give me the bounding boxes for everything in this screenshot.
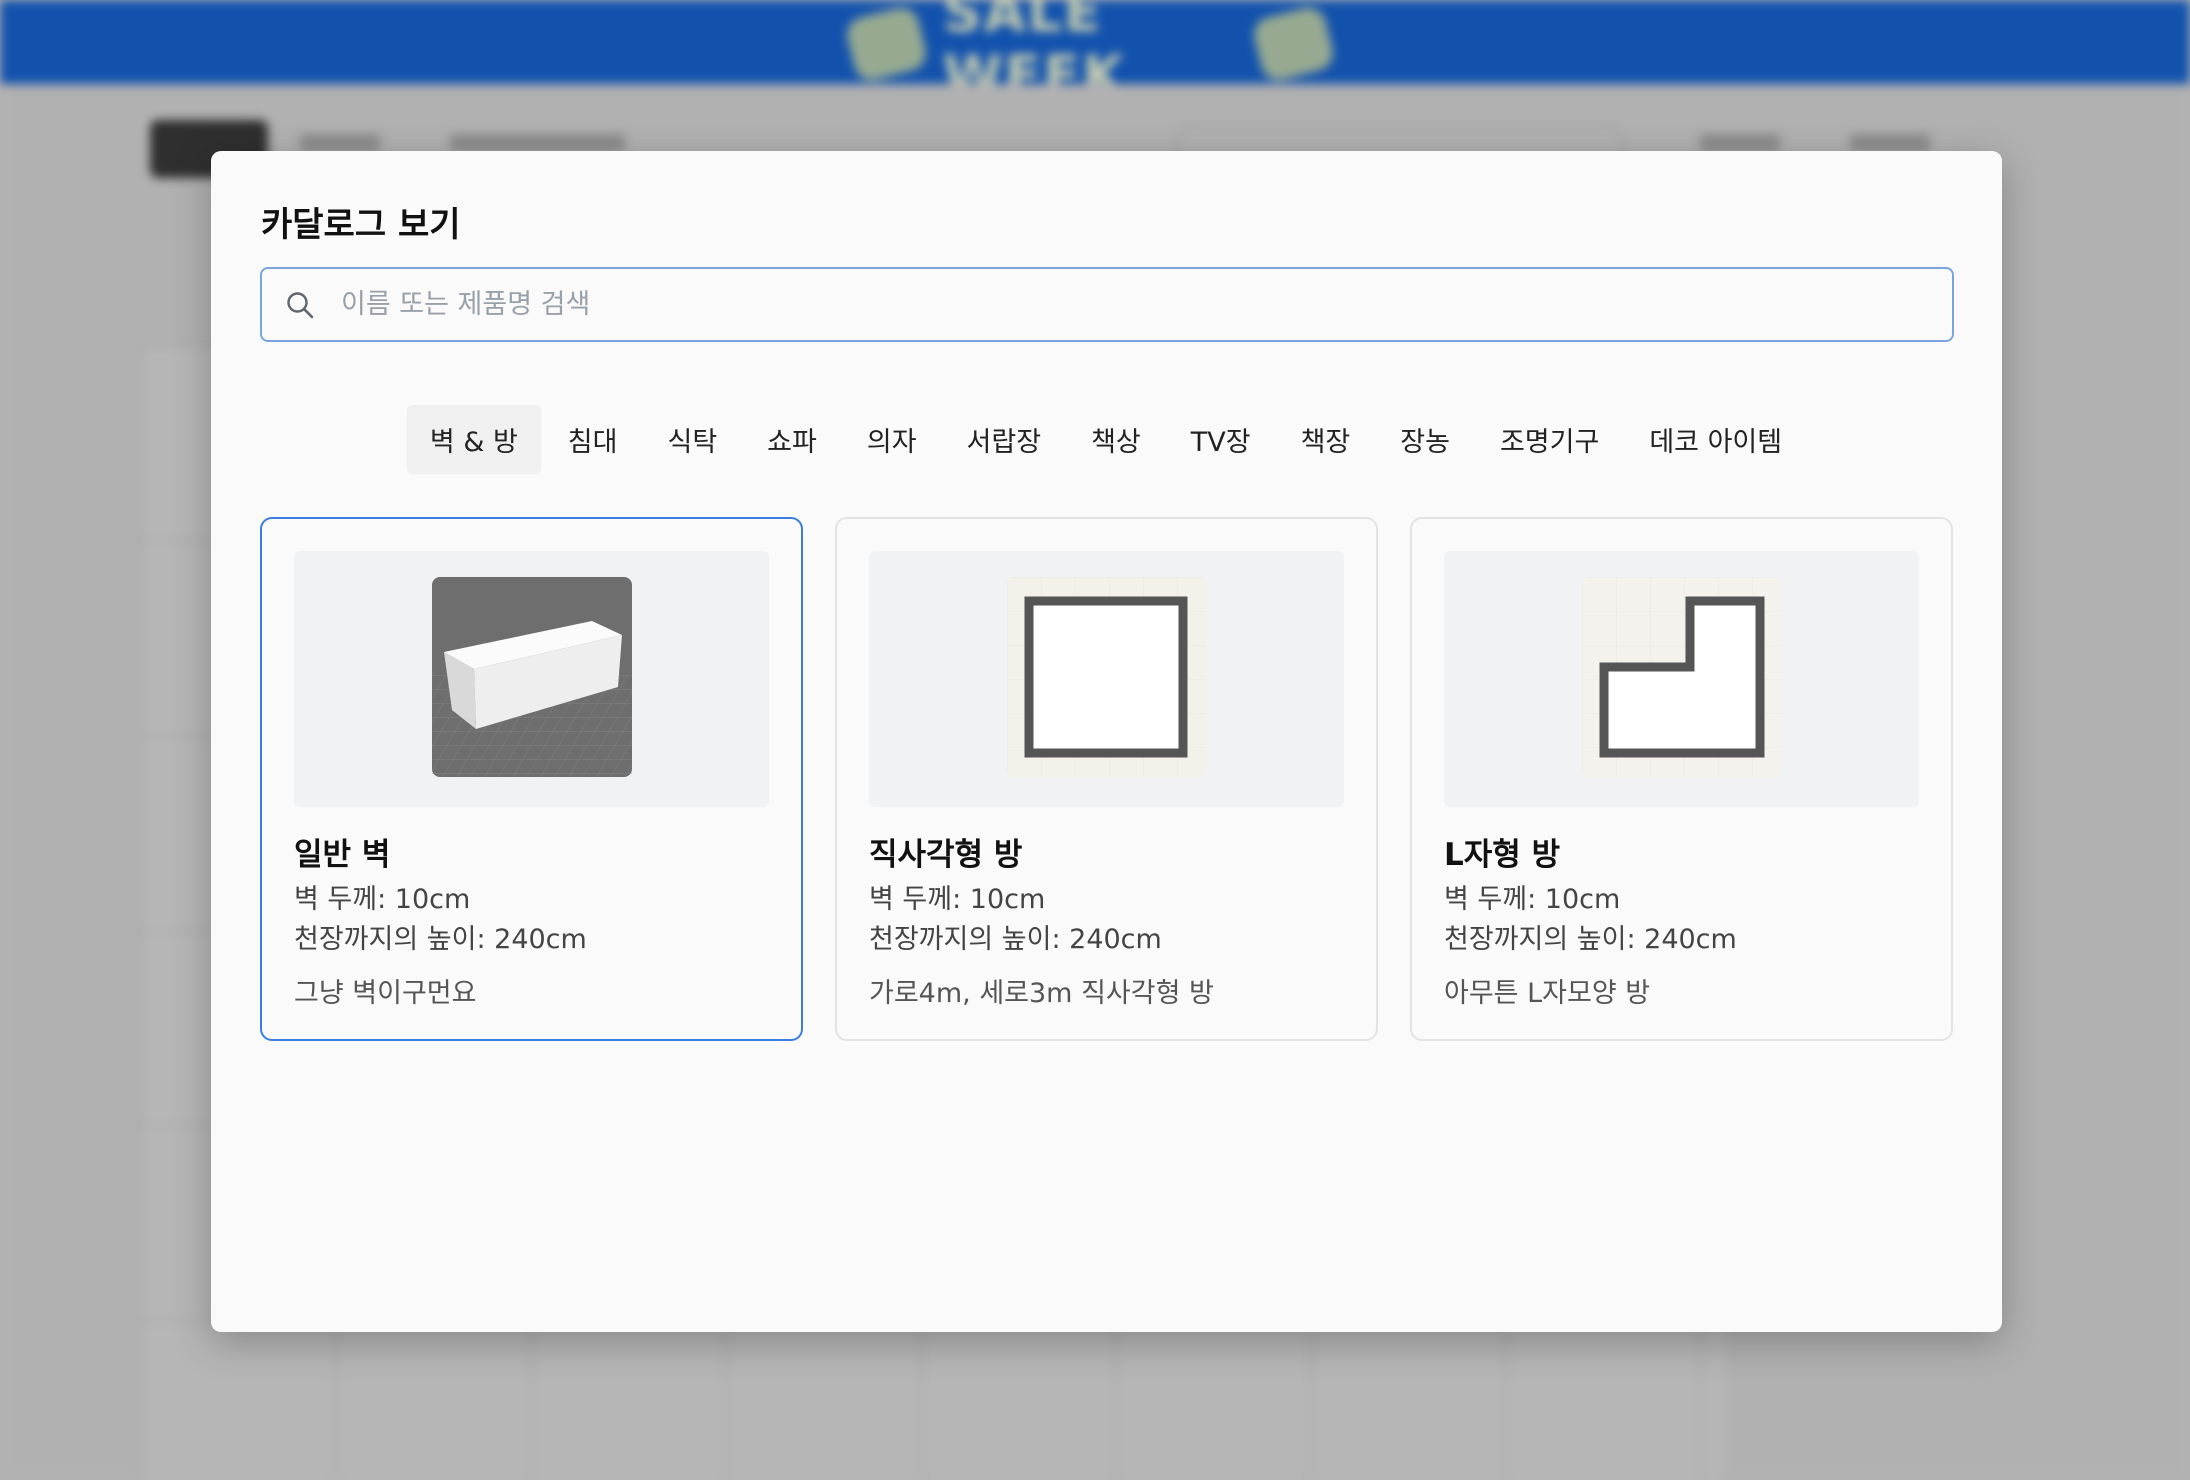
sale-banner-graphic: SALE WEEK	[843, 0, 1337, 107]
nav-link	[1700, 134, 1780, 152]
catalog-card-plain-wall[interactable]: 일반 벽 벽 두께: 10cm 천장까지의 높이: 240cm 그냥 벽이구먼요	[260, 517, 803, 1041]
card-thumbnail	[1444, 551, 1919, 807]
card-description: 가로4m, 세로3m 직사각형 방	[869, 978, 1214, 1009]
nav-link	[300, 134, 380, 152]
nav-link	[450, 134, 625, 152]
tab-dining-tables[interactable]: 식탁	[644, 405, 740, 473]
banner-decoration	[1250, 4, 1337, 84]
catalog-card-rectangle-room[interactable]: 직사각형 방 벽 두께: 10cm 천장까지의 높이: 240cm 가로4m, …	[835, 517, 1378, 1041]
card-height: 천장까지의 높이: 240cm	[869, 924, 1162, 955]
search-icon	[285, 288, 319, 322]
tab-tv-stands[interactable]: TV장	[1168, 405, 1274, 473]
tab-deco-items[interactable]: 데코 아이템	[1626, 405, 1805, 473]
card-description: 아무튼 L자모양 방	[1444, 978, 1651, 1009]
card-height: 천장까지의 높이: 240cm	[1444, 924, 1737, 955]
card-thumbnail	[869, 551, 1344, 807]
card-thickness: 벽 두께: 10cm	[294, 884, 471, 915]
tab-desks[interactable]: 책상	[1068, 405, 1164, 473]
card-title: L자형 방	[1444, 837, 1561, 873]
card-height: 천장까지의 높이: 240cm	[294, 924, 587, 955]
nav-link	[1850, 134, 1930, 152]
wall-block-icon	[431, 577, 632, 781]
l-shaped-room-icon	[1581, 577, 1782, 781]
tab-drawers[interactable]: 서랍장	[944, 405, 1065, 473]
search-input[interactable]	[341, 269, 1952, 340]
card-thickness: 벽 두께: 10cm	[1444, 884, 1621, 915]
category-tabs: 벽 & 방 침대 식탁 쇼파 의자 서랍장 책상 TV장 책장 장농 조명기구 …	[406, 405, 1801, 473]
tab-wardrobes[interactable]: 장농	[1377, 405, 1473, 473]
tab-sofas[interactable]: 쇼파	[744, 405, 840, 473]
tab-bookshelves[interactable]: 책장	[1278, 405, 1374, 473]
catalog-card-l-shaped-room[interactable]: L자형 방 벽 두께: 10cm 천장까지의 높이: 240cm 아무튼 L자모…	[1410, 517, 1953, 1041]
card-thickness: 벽 두께: 10cm	[869, 884, 1046, 915]
sale-banner: SALE WEEK	[0, 0, 2190, 107]
search-box[interactable]	[260, 267, 1954, 342]
catalog-modal: 카달로그 보기 벽 & 방 침대 식탁 쇼파 의자 서랍장 책상 TV장 책장 …	[211, 151, 2002, 1332]
tab-beds[interactable]: 침대	[545, 405, 641, 473]
tab-chairs[interactable]: 의자	[844, 405, 940, 473]
rectangle-room-icon	[1006, 577, 1207, 781]
card-title: 직사각형 방	[869, 837, 1023, 873]
catalog-grid: 일반 벽 벽 두께: 10cm 천장까지의 높이: 240cm 그냥 벽이구먼요	[260, 517, 1953, 1041]
modal-title: 카달로그 보기	[261, 205, 461, 245]
card-thumbnail	[294, 551, 769, 807]
card-description: 그냥 벽이구먼요	[294, 978, 477, 1009]
tab-walls-rooms[interactable]: 벽 & 방	[406, 405, 541, 473]
banner-decoration	[843, 4, 930, 84]
tab-lighting[interactable]: 조명기구	[1477, 405, 1622, 473]
card-title: 일반 벽	[294, 837, 391, 873]
